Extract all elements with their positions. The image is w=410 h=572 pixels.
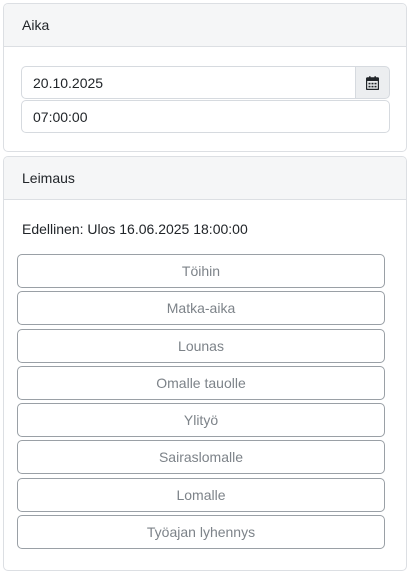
stamp-button-sairaslomalle[interactable]: Sairaslomalle [17, 440, 385, 475]
time-card-header: Aika [4, 4, 406, 47]
calendar-button[interactable] [355, 66, 390, 99]
stamp-button-lomalle[interactable]: Lomalle [17, 477, 385, 512]
stamp-card: Leimaus Edellinen: Ulos 16.06.2025 18:00… [3, 156, 407, 571]
stamp-button-toihin[interactable]: Töihin [17, 254, 385, 288]
stamp-button-matka-aika[interactable]: Matka-aika [17, 291, 385, 326]
stamp-button-omalle-tauolle[interactable]: Omalle tauolle [17, 365, 385, 400]
stamp-button-tyoajan-lyhennys[interactable]: Työajan lyhennys [17, 515, 385, 550]
time-card: Aika [3, 3, 407, 152]
calendar-icon [366, 75, 379, 90]
stamp-button-ylityo[interactable]: Ylityö [17, 403, 385, 438]
date-input[interactable] [21, 66, 355, 99]
date-input-group [21, 66, 390, 99]
time-input[interactable] [21, 100, 390, 133]
stamp-button-list: Töihin Matka-aika Lounas Omalle tauolle … [17, 254, 385, 552]
stamp-card-header: Leimaus [4, 157, 406, 200]
stamp-button-lounas[interactable]: Lounas [17, 328, 385, 363]
previous-stamp-text: Edellinen: Ulos 16.06.2025 18:00:00 [22, 221, 248, 237]
